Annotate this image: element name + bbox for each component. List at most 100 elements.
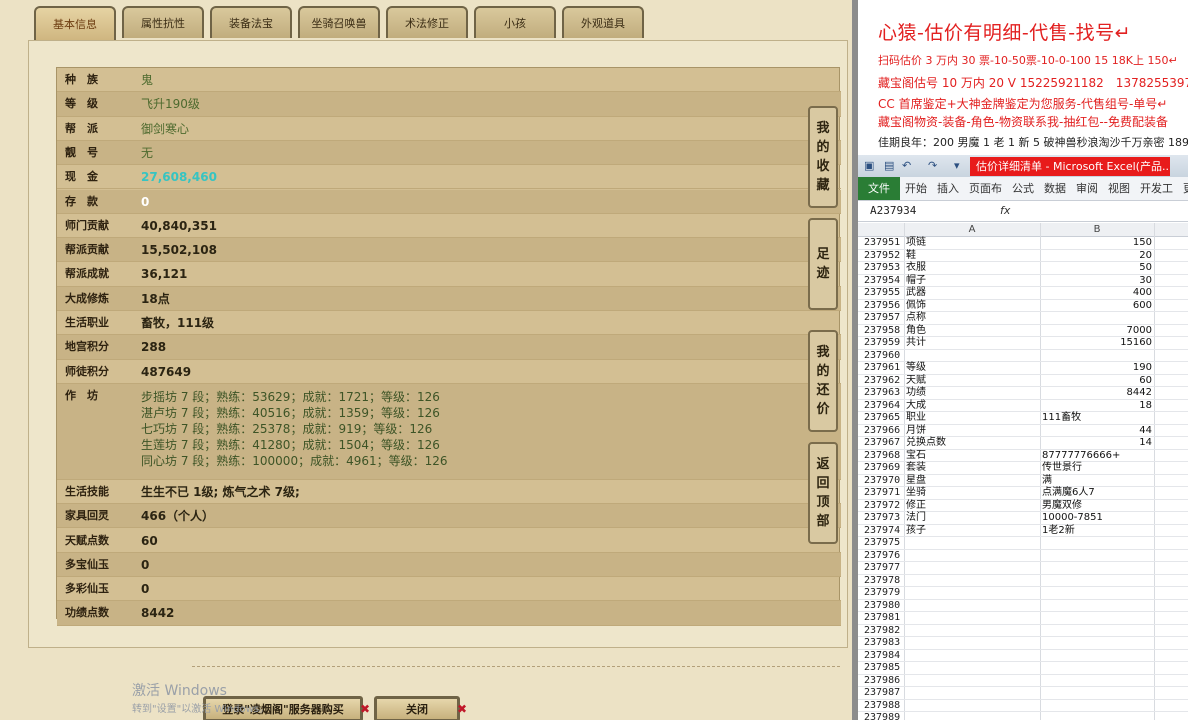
ribbon-tab-8[interactable]: 开发工 xyxy=(1135,177,1178,200)
row-number[interactable]: 237973 xyxy=(864,512,904,524)
cell-a[interactable]: 职业 xyxy=(906,412,926,424)
row-number[interactable]: 237981 xyxy=(864,612,904,624)
cell-b[interactable]: 15160 xyxy=(1042,337,1152,349)
row-number[interactable]: 237983 xyxy=(864,637,904,649)
cell-b[interactable]: 44 xyxy=(1042,425,1152,437)
row-number[interactable]: 237985 xyxy=(864,662,904,674)
row-number[interactable]: 237976 xyxy=(864,550,904,562)
row-number[interactable]: 237988 xyxy=(864,700,904,712)
cell-a[interactable]: 衣服 xyxy=(906,262,926,274)
side-button-0[interactable]: 我的收藏 xyxy=(808,106,838,208)
row-number[interactable]: 237989 xyxy=(864,712,904,720)
close-x-icon[interactable]: ✖ xyxy=(360,702,370,716)
cell-a[interactable]: 宝石 xyxy=(906,450,926,462)
ribbon-tab-3[interactable]: 页面布 xyxy=(964,177,1007,200)
row-number[interactable]: 237980 xyxy=(864,600,904,612)
tab-5[interactable]: 小孩 xyxy=(474,6,556,38)
row-number[interactable]: 237966 xyxy=(864,425,904,437)
row-number[interactable]: 237956 xyxy=(864,300,904,312)
close-button[interactable]: 关闭 xyxy=(374,696,460,720)
row-number[interactable]: 237955 xyxy=(864,287,904,299)
cell-a[interactable]: 孩子 xyxy=(906,525,926,537)
cell-a[interactable]: 天赋 xyxy=(906,375,926,387)
tab-4[interactable]: 术法修正 xyxy=(386,6,468,38)
tab-0[interactable]: 基本信息 xyxy=(34,6,116,40)
row-number[interactable]: 237978 xyxy=(864,575,904,587)
row-number[interactable]: 237959 xyxy=(864,337,904,349)
cell-b[interactable]: 满 xyxy=(1042,475,1152,487)
row-number[interactable]: 237968 xyxy=(864,450,904,462)
cell-b[interactable]: 150 xyxy=(1042,237,1152,249)
cell-b[interactable]: 400 xyxy=(1042,287,1152,299)
quick-access-icon[interactable]: ▾ xyxy=(954,159,960,172)
row-number[interactable]: 237958 xyxy=(864,325,904,337)
cell-a[interactable]: 修正 xyxy=(906,500,926,512)
name-box[interactable]: A237934 xyxy=(870,204,952,220)
side-button-2[interactable]: 我的还价 xyxy=(808,330,838,432)
row-number[interactable]: 237963 xyxy=(864,387,904,399)
row-number[interactable]: 237953 xyxy=(864,262,904,274)
cell-b[interactable]: 20 xyxy=(1042,250,1152,262)
tab-3[interactable]: 坐骑召唤兽 xyxy=(298,6,380,38)
undo-icon[interactable]: ↶ xyxy=(902,159,911,172)
ribbon-tab-0[interactable]: 文件 xyxy=(858,177,900,200)
cell-b[interactable]: 111畜牧 xyxy=(1042,412,1152,424)
row-number[interactable]: 237975 xyxy=(864,537,904,549)
row-number[interactable]: 237987 xyxy=(864,687,904,699)
cell-b[interactable]: 男魔双修 xyxy=(1042,500,1152,512)
tab-6[interactable]: 外观道具 xyxy=(562,6,644,38)
cell-a[interactable]: 大成 xyxy=(906,400,926,412)
ribbon-tab-7[interactable]: 视图 xyxy=(1103,177,1135,200)
cell-a[interactable]: 星盘 xyxy=(906,475,926,487)
cell-a[interactable]: 项链 xyxy=(906,237,926,249)
ribbon-tab-9[interactable]: 更多 xyxy=(1178,177,1188,200)
row-number[interactable]: 237964 xyxy=(864,400,904,412)
cell-a[interactable]: 角色 xyxy=(906,325,926,337)
row-number[interactable]: 237951 xyxy=(864,237,904,249)
row-number[interactable]: 237982 xyxy=(864,625,904,637)
row-number[interactable]: 237965 xyxy=(864,412,904,424)
cell-b[interactable]: 18 xyxy=(1042,400,1152,412)
row-number[interactable]: 237967 xyxy=(864,437,904,449)
cell-a[interactable]: 鞋 xyxy=(906,250,916,262)
cell-a[interactable]: 法门 xyxy=(906,512,926,524)
cell-b[interactable]: 传世景行 xyxy=(1042,462,1152,474)
fx-icon[interactable]: fx xyxy=(1000,204,1010,217)
column-header-a[interactable]: A xyxy=(904,223,1040,237)
side-button-1[interactable]: 足迹 xyxy=(808,218,838,310)
ribbon-tab-5[interactable]: 数据 xyxy=(1039,177,1071,200)
cell-a[interactable]: 武器 xyxy=(906,287,926,299)
cell-a[interactable]: 等级 xyxy=(906,362,926,374)
cell-b[interactable]: 8442 xyxy=(1042,387,1152,399)
cell-b[interactable]: 600 xyxy=(1042,300,1152,312)
cell-a[interactable]: 套装 xyxy=(906,462,926,474)
cell-a[interactable]: 功绩 xyxy=(906,387,926,399)
row-number[interactable]: 237971 xyxy=(864,487,904,499)
column-header-b[interactable]: B xyxy=(1040,223,1154,237)
cell-b[interactable]: 7000 xyxy=(1042,325,1152,337)
ribbon-tab-2[interactable]: 插入 xyxy=(932,177,964,200)
row-number[interactable]: 237961 xyxy=(864,362,904,374)
row-number[interactable]: 237979 xyxy=(864,587,904,599)
row-number[interactable]: 237952 xyxy=(864,250,904,262)
ribbon-tab-6[interactable]: 审阅 xyxy=(1071,177,1103,200)
row-number[interactable]: 237984 xyxy=(864,650,904,662)
tab-1[interactable]: 属性抗性 xyxy=(122,6,204,38)
cell-b[interactable]: 14 xyxy=(1042,437,1152,449)
row-number[interactable]: 237954 xyxy=(864,275,904,287)
cell-b[interactable]: 50 xyxy=(1042,262,1152,274)
row-number[interactable]: 237972 xyxy=(864,500,904,512)
cell-b[interactable]: 190 xyxy=(1042,362,1152,374)
row-number[interactable]: 237970 xyxy=(864,475,904,487)
cell-b[interactable]: 10000-7851 xyxy=(1042,512,1152,524)
cell-b[interactable]: 30 xyxy=(1042,275,1152,287)
row-number[interactable]: 237962 xyxy=(864,375,904,387)
cell-a[interactable]: 坐骑 xyxy=(906,487,926,499)
tab-2[interactable]: 装备法宝 xyxy=(210,6,292,38)
cell-a[interactable]: 兑换点数 xyxy=(906,437,946,449)
row-number[interactable]: 237986 xyxy=(864,675,904,687)
cell-a[interactable]: 佩饰 xyxy=(906,300,926,312)
cell-a[interactable]: 月饼 xyxy=(906,425,926,437)
close-x-icon-2[interactable]: ✖ xyxy=(457,702,467,716)
row-number[interactable]: 237957 xyxy=(864,312,904,324)
